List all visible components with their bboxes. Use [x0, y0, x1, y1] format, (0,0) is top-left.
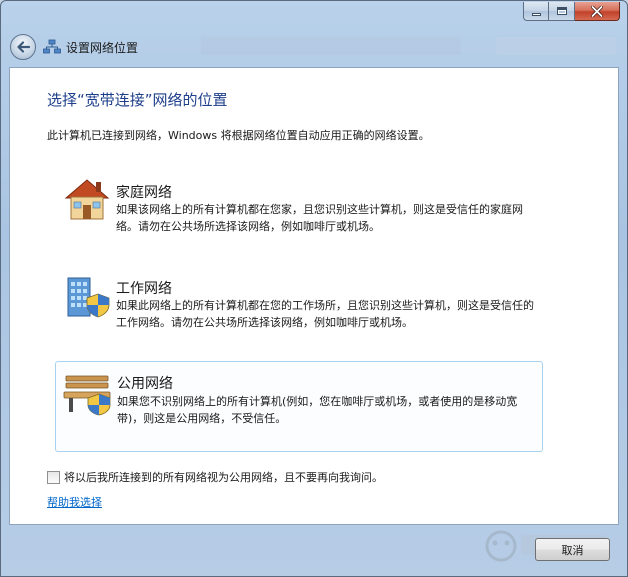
option-title: 公用网络 — [117, 376, 173, 392]
caption-buttons — [523, 2, 620, 21]
minimize-button[interactable] — [523, 2, 549, 21]
option-description: 如果此网络上的所有计算机都在您的工作场所，且您识别这些计算机，则这是受信任的工作… — [116, 299, 534, 329]
close-button[interactable] — [575, 2, 620, 21]
content-panel: 选择“宽带连接”网络的位置 此计算机已连接到网络，Windows 将根据网络位置… — [9, 67, 619, 525]
option-description: 如果您不识别网络上的所有计算机(例如，您在咖啡厅或机场，或者使用的是移动宽带)，… — [117, 395, 518, 425]
park-bench-icon — [63, 375, 111, 416]
navigation-bar: 设置网络位置 — [1, 31, 627, 63]
window-title: 设置网络位置 — [66, 41, 139, 55]
option-public-network[interactable]: 公用网络 如果您不识别网络上的所有计算机(例如，您在咖啡厅或机场，或者使用的是移… — [55, 361, 543, 452]
checkbox-label: 将以后我所连接到的所有网络视为公用网络，且不要再向我询问。 — [64, 471, 383, 484]
maximize-button[interactable] — [549, 2, 575, 21]
option-title: 工作网络 — [116, 281, 172, 297]
minimize-icon — [531, 12, 541, 16]
option-description: 如果该网络上的所有计算机都在您家，且您识别这些计算机，则这是受信任的家庭网络。请… — [116, 203, 523, 233]
page-title: 选择“宽带连接”网络的位置 — [47, 91, 228, 109]
back-button[interactable] — [10, 34, 36, 60]
back-arrow-icon — [17, 41, 30, 53]
public-network-preference[interactable]: 将以后我所连接到的所有网络视为公用网络，且不要再向我询问。 — [47, 469, 383, 485]
always-public-checkbox[interactable] — [47, 470, 60, 484]
intro-text: 此计算机已连接到网络，Windows 将根据网络位置自动应用正确的网络设置。 — [47, 129, 430, 142]
network-icon — [43, 39, 61, 54]
option-home-network[interactable]: 家庭网络 如果该网络上的所有计算机都在您家，且您识别这些计算机，则这是受信任的家… — [55, 172, 543, 252]
option-work-network[interactable]: 工作网络 如果此网络上的所有计算机都在您的工作场所，且您识别这些计算机，则这是受… — [55, 268, 543, 348]
maximize-icon — [556, 7, 567, 15]
house-icon — [64, 179, 110, 220]
office-building-icon — [67, 277, 110, 318]
help-me-choose-link[interactable]: 帮助我选择 — [47, 494, 102, 510]
cancel-button[interactable]: 取消 — [535, 538, 610, 561]
close-icon — [591, 5, 603, 17]
setup-network-location-window: 设置网络位置 选择“宽带连接”网络的位置 此计算机已连接到网络，Windows … — [0, 0, 628, 577]
address-bar — [201, 37, 461, 55]
search-box — [496, 37, 616, 55]
option-title: 家庭网络 — [116, 185, 172, 201]
